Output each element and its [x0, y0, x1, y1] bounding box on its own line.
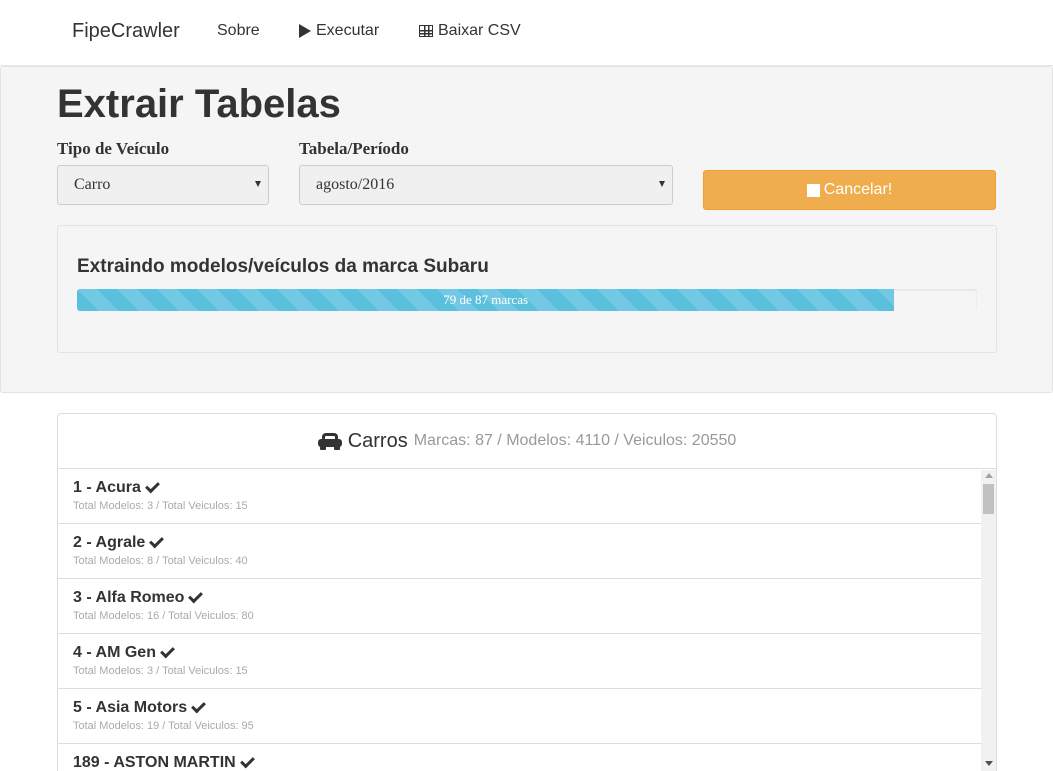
list-item: 2 - Agrale Total Modelos: 8 / Total Veicu…: [58, 524, 982, 579]
progress-track: 79 de 87 marcas: [77, 289, 977, 311]
check-icon: [191, 698, 207, 714]
list-item-name: 2 - Agrale: [73, 534, 146, 551]
list-item-name: 4 - AM Gen: [73, 644, 156, 661]
cancel-button[interactable]: Cancelar!: [703, 170, 996, 210]
nav-executar-label: Executar: [316, 22, 380, 39]
table-icon: [419, 25, 433, 37]
list-item-name: 3 - Alfa Romeo: [73, 589, 185, 606]
panel-heading: Carros Marcas: 87 / Modelos: 4110 / Veic…: [57, 413, 997, 469]
tipo-veiculo-value: Carro: [74, 176, 111, 193]
brand-list[interactable]: 1 - Acura Total Modelos: 3 / Total Veicul…: [57, 469, 997, 771]
list-item-name: 5 - Asia Motors: [73, 699, 188, 716]
panel-title: Carros: [347, 429, 408, 452]
list-item-title: 189 - ASTON MARTIN: [73, 753, 967, 771]
list-item-title: 2 - Agrale: [73, 533, 967, 552]
check-icon: [239, 753, 255, 769]
list-item: 189 - ASTON MARTIN: [58, 744, 982, 771]
list-item-title: 1 - Acura: [73, 478, 967, 497]
check-icon: [160, 643, 175, 659]
list-item-subtitle: Total Modelos: 8 / Total Veiculos: 40: [73, 555, 248, 567]
page-title: Extrair Tabelas: [57, 82, 341, 126]
list-item-subtitle: Total Modelos: 3 / Total Veiculos: 15: [73, 500, 248, 512]
nav-sobre-label: Sobre: [217, 22, 260, 39]
play-icon: [299, 24, 311, 38]
chevron-down-icon: [659, 181, 665, 187]
nav-executar[interactable]: Executar: [299, 22, 379, 40]
list-item-subtitle: Total Modelos: 16 / Total Veiculos: 80: [73, 610, 254, 622]
list-item: 1 - Acura Total Modelos: 3 / Total Veicul…: [58, 469, 982, 524]
list-item-title: 5 - Asia Motors: [73, 698, 967, 717]
tabela-periodo-label: Tabela/Período: [299, 139, 409, 158]
scrollbar-thumb[interactable]: [983, 484, 994, 514]
navbar: FipeCrawler Sobre Executar Baixar CSV: [0, 0, 1053, 66]
list-item-title: 4 - AM Gen: [73, 643, 967, 662]
progress-bar: 79 de 87 marcas: [77, 289, 895, 311]
check-icon: [188, 588, 204, 604]
progress-title: Extraindo modelos/veículos da marca Suba…: [77, 256, 489, 277]
cancel-button-label: Cancelar!: [823, 181, 893, 198]
tabela-periodo-select[interactable]: agosto/2016: [299, 165, 673, 205]
check-icon: [144, 478, 160, 494]
list-item-name: 189 - ASTON MARTIN: [73, 754, 236, 771]
tipo-veiculo-label: Tipo de Veículo: [57, 139, 170, 158]
nav-baixar-csv-label: Baixar CSV: [438, 22, 521, 39]
brand-link[interactable]: FipeCrawler: [72, 20, 180, 43]
list-item-subtitle: Total Modelos: 3 / Total Veiculos: 15: [73, 665, 248, 677]
stop-icon: [806, 183, 820, 197]
nav-baixar-csv[interactable]: Baixar CSV: [419, 22, 521, 40]
scroll-up-arrow-icon[interactable]: [985, 473, 993, 478]
list-item: 5 - Asia Motors Total Modelos: 19 / Total…: [58, 689, 982, 744]
tipo-veiculo-select[interactable]: Carro: [57, 165, 269, 205]
scroll-down-arrow-icon[interactable]: [985, 761, 993, 766]
list-item-name: 1 - Acura: [73, 479, 141, 496]
list-item: 3 - Alfa Romeo Total Modelos: 16 / Total …: [58, 579, 982, 634]
tabela-periodo-value: agosto/2016: [316, 176, 395, 193]
list-item-title: 3 - Alfa Romeo: [73, 588, 967, 607]
panel-stats: Marcas: 87 / Modelos: 4110 / Veiculos: 2…: [413, 432, 737, 449]
check-icon: [149, 533, 165, 549]
nav-sobre[interactable]: Sobre: [217, 22, 260, 40]
progress-text: 79 de 87 marcas: [443, 292, 529, 307]
list-item-subtitle: Total Modelos: 19 / Total Veiculos: 95: [73, 720, 254, 732]
car-icon: [317, 432, 342, 450]
list-item: 4 - AM Gen Total Modelos: 3 / Total Veicu…: [58, 634, 982, 689]
scrollbar[interactable]: [981, 470, 996, 771]
chevron-down-icon: [255, 181, 261, 187]
